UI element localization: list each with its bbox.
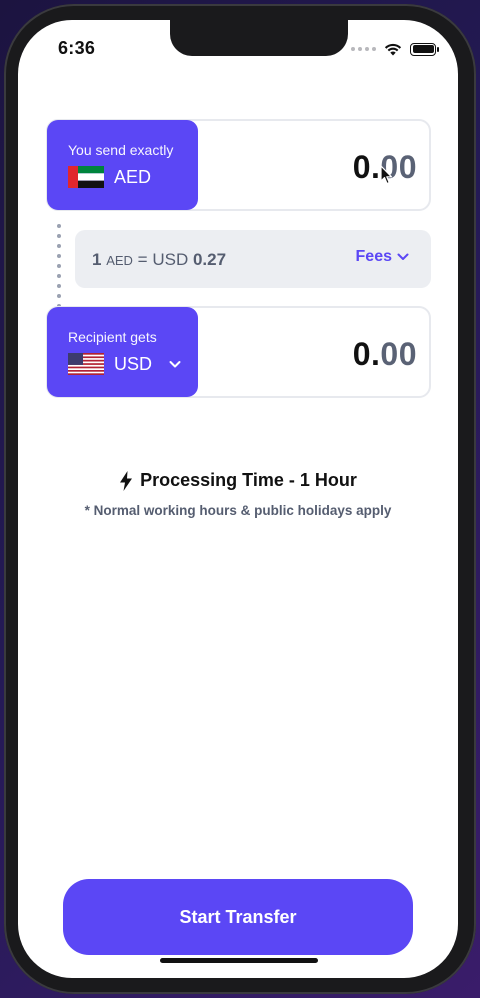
exchange-rate-bar: 1 AED = USD 0.27 Fees [75,230,431,288]
processing-title: Processing Time - 1 Hour [140,470,357,490]
processing-note: * Normal working hours & public holidays… [84,503,392,518]
processing-time: Processing Time - 1 Hour [18,470,458,491]
app-screen: 6:36 You send exactly AED 0.00 1 AED = U… [18,20,458,978]
uae-flag-icon [68,166,104,188]
cellular-icon [351,47,376,51]
start-transfer-button[interactable]: Start Transfer [63,879,413,955]
home-indicator [160,958,318,963]
us-flag-icon [68,353,104,375]
receive-currency-code: USD [114,353,153,374]
status-time: 6:36 [58,38,96,58]
rate-base-amount: 1 [92,250,102,269]
receive-amount-integer: 0. [352,336,381,372]
exchange-rate-text: 1 AED = USD 0.27 [92,250,226,270]
receive-currency-selector[interactable]: Recipient gets USD [47,307,198,397]
receive-label: Recipient gets [68,329,157,345]
send-currency-selector[interactable]: You send exactly AED [47,120,198,210]
mouse-cursor-icon [380,165,393,185]
wifi-icon [384,43,402,56]
rate-equals: = USD [137,250,189,269]
connector-dots [57,224,61,318]
fees-toggle[interactable]: Fees [356,248,409,266]
send-label: You send exactly [68,142,174,158]
fees-label: Fees [355,248,392,265]
receive-amount-card[interactable]: Recipient gets USD 0.00 [46,306,431,398]
chevron-down-icon [397,253,409,260]
status-icons [351,42,439,56]
battery-icon [410,42,439,56]
device-notch [170,20,348,56]
receive-amount-decimal: 00 [380,336,417,372]
chevron-down-icon [169,361,181,368]
receive-amount-display[interactable]: 0.00 [353,336,417,373]
send-amount-integer: 0. [352,149,381,185]
send-currency-code: AED [114,166,152,187]
rate-quote: 0.27 [192,250,227,269]
lightning-bolt-icon [120,470,133,491]
send-amount-card[interactable]: You send exactly AED 0.00 [46,119,431,211]
rate-base-currency: AED [106,253,133,268]
